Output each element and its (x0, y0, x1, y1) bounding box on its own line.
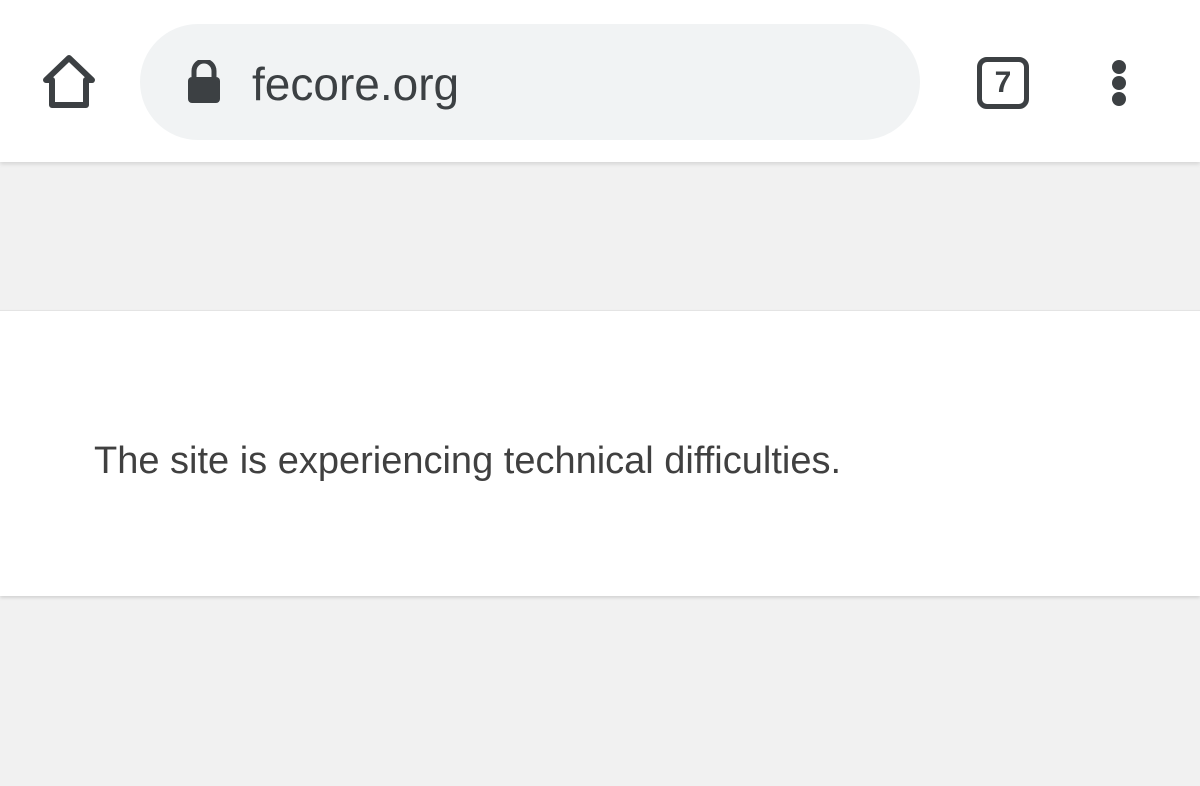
browser-toolbar: fecore.org 7 (0, 0, 1200, 162)
home-icon (43, 55, 95, 108)
page-content: The site is experiencing technical diffi… (0, 162, 1200, 786)
more-menu-button[interactable] (1090, 50, 1148, 116)
error-message: The site is experiencing technical diffi… (94, 440, 842, 482)
tab-switcher-icon: 7 (977, 57, 1029, 109)
url-text[interactable]: fecore.org (252, 56, 459, 112)
tab-switcher-button[interactable]: 7 (970, 52, 1036, 114)
more-vert-icon (1112, 76, 1126, 90)
more-vert-icon (1112, 60, 1126, 74)
home-button[interactable] (36, 52, 102, 112)
error-message-card: The site is experiencing technical diffi… (0, 310, 1200, 596)
lock-icon (188, 60, 220, 103)
more-vert-icon (1112, 92, 1126, 106)
tab-count: 7 (994, 66, 1012, 99)
